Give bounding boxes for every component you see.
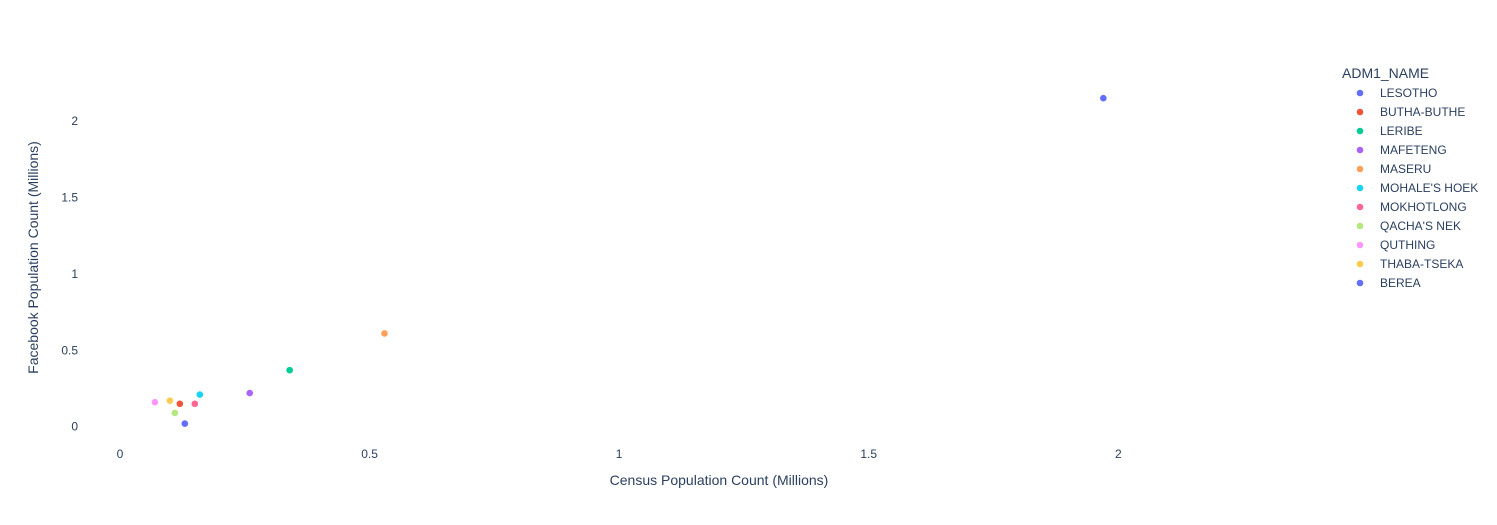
- y-axis-title: Facebook Population Count (Millions): [25, 141, 41, 374]
- legend-label[interactable]: MAFETENG: [1380, 143, 1447, 157]
- y-tick-label: 0.5: [61, 343, 78, 357]
- legend-marker: [1356, 184, 1364, 192]
- legend-marker: [1356, 146, 1364, 154]
- legend-label[interactable]: LERIBE: [1380, 124, 1423, 138]
- legend-marker: [1356, 108, 1364, 116]
- legend-label[interactable]: QUTHING: [1380, 238, 1435, 252]
- legend-marker: [1356, 127, 1364, 135]
- scatter-points: [151, 94, 1107, 427]
- data-point[interactable]: [151, 398, 159, 406]
- chart-canvas: 0 0.5 1 1.5 2 0 0.5 1 1.5 2 Census Population Co…: [25, 65, 1478, 488]
- legend-label[interactable]: MASERU: [1380, 162, 1431, 176]
- legend-marker: [1356, 241, 1364, 249]
- legend: ADM1_NAME LESOTHO BUTHA-BUTHE LERIBE MAFETE…: [1342, 65, 1478, 290]
- x-tick-label: 1: [616, 447, 623, 461]
- legend-marker: [1356, 165, 1364, 173]
- legend-items: LESOTHO BUTHA-BUTHE LERIBE MAFETENG MASERU MO…: [1356, 86, 1478, 290]
- y-tick-label: 0: [71, 420, 78, 434]
- legend-marker: [1356, 222, 1364, 230]
- data-point[interactable]: [196, 391, 204, 398]
- x-axis-ticks: 0 0.5 1 1.5 2: [117, 447, 1122, 461]
- x-tick-label: 2: [1115, 447, 1122, 461]
- legend-marker: [1356, 203, 1364, 211]
- legend-label[interactable]: MOKHOTLONG: [1380, 200, 1467, 214]
- data-point[interactable]: [1100, 94, 1107, 102]
- x-tick-label: 0.5: [361, 447, 378, 461]
- data-point[interactable]: [181, 420, 189, 427]
- legend-label[interactable]: MOHALE'S HOEK: [1380, 181, 1478, 195]
- data-point[interactable]: [191, 400, 199, 408]
- y-tick-label: 1: [71, 267, 78, 281]
- data-point[interactable]: [246, 389, 254, 397]
- scatter-chart: 0 0.5 1 1.5 2 0 0.5 1 1.5 2 Census Population Co…: [0, 0, 1497, 525]
- legend-marker: [1356, 89, 1364, 97]
- y-tick-label: 1.5: [61, 191, 78, 205]
- data-point[interactable]: [381, 330, 388, 337]
- legend-marker: [1356, 279, 1364, 287]
- legend-label[interactable]: BUTHA-BUTHE: [1380, 105, 1465, 119]
- legend-label[interactable]: QACHA'S NEK: [1380, 219, 1461, 233]
- x-tick-label: 0: [117, 447, 124, 461]
- legend-title: ADM1_NAME: [1342, 65, 1429, 81]
- data-point[interactable]: [176, 400, 184, 408]
- legend-label[interactable]: LESOTHO: [1380, 86, 1437, 100]
- legend-marker: [1356, 260, 1364, 268]
- data-point[interactable]: [166, 397, 174, 404]
- y-axis-ticks: 0 0.5 1 1.5 2: [61, 114, 78, 434]
- data-point[interactable]: [171, 409, 179, 417]
- x-tick-label: 1.5: [860, 447, 877, 461]
- data-point[interactable]: [286, 366, 293, 374]
- x-axis-title: Census Population Count (Millions): [610, 472, 829, 488]
- legend-label[interactable]: THABA-TSEKA: [1380, 257, 1463, 271]
- legend-label[interactable]: BEREA: [1380, 276, 1421, 290]
- y-tick-label: 2: [71, 114, 78, 128]
